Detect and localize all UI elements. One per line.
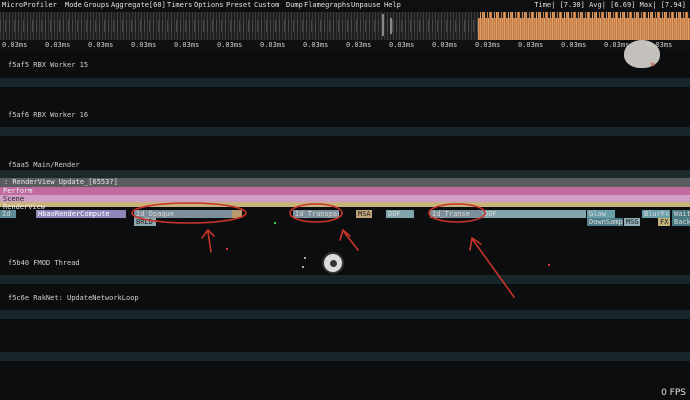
tick-label: 0.03ms	[88, 41, 114, 49]
seg-brld[interactable]: BRLD	[134, 218, 156, 226]
renderview-subsegments: BRLD DownSamp MSG FX BackG	[0, 218, 690, 226]
thread-band	[0, 310, 690, 319]
seg-wait[interactable]: Wait	[672, 210, 690, 218]
tick-label: 0.03ms	[346, 41, 372, 49]
tick-label: 0.03ms	[518, 41, 544, 49]
seg-hbao[interactable]: HbaoRenderCompute	[36, 210, 126, 218]
thread-label-worker-15[interactable]: f5af5 RBX Worker 15	[6, 61, 91, 69]
tick-label: 0.03ms	[561, 41, 587, 49]
thread-label-main-render[interactable]: f5aa5 Main/Render	[6, 161, 82, 169]
renderview-segments: Id HbaoRenderCompute Id_Opaque Id_Transp…	[0, 210, 690, 218]
menu-groups[interactable]: Groups	[84, 1, 109, 9]
menu-flamegraphs[interactable]: Flamegraphs	[304, 1, 350, 9]
tick-label: 0.03ms	[217, 41, 243, 49]
seg-msa[interactable]: MSA	[356, 210, 372, 218]
menu-timers[interactable]: Timers	[167, 1, 192, 9]
menu-help[interactable]: Help	[384, 1, 401, 9]
seg-id-transe[interactable]: Id_Transe	[430, 210, 482, 218]
frame-spike	[390, 18, 392, 34]
tick-label: 0.03ms	[303, 41, 329, 49]
tick-label: 0.03ms	[131, 41, 157, 49]
seg-id[interactable]: Id	[0, 210, 16, 218]
menu-bar: MicroProfiler Mode Groups Aggregate[60] …	[0, 0, 690, 12]
thread-label-worker-16[interactable]: f5af6 RBX Worker 16	[6, 111, 91, 119]
frame-spike	[382, 14, 384, 36]
seg-downsamp[interactable]: DownSamp	[587, 218, 623, 226]
marker-dot	[302, 266, 304, 268]
menu-app-title[interactable]: MicroProfiler	[2, 1, 57, 9]
marker-dot	[548, 264, 550, 266]
seg-glow[interactable]: Glow	[587, 210, 615, 218]
thread-band	[0, 127, 690, 136]
thread-label-raknet[interactable]: f5c6e RakNet: UpdateNetworkLoop	[6, 294, 141, 302]
seg-dof-1[interactable]: DOF	[386, 210, 414, 218]
frame-graph-bars-overlay	[0, 20, 480, 32]
menu-aggregate[interactable]: Aggregate[60]	[111, 1, 166, 9]
annotation-arrow-1	[207, 231, 212, 253]
marker-dot	[226, 248, 228, 250]
frame-time-stats: Time| [7.30] Avg| [6.69] Max| [7.94]	[534, 1, 686, 9]
cursor-icon	[322, 252, 344, 274]
tick-label: 0.03ms	[389, 41, 415, 49]
annotation-arrowhead-1	[201, 228, 215, 239]
close-icon: ✕	[650, 60, 656, 70]
seg-backg[interactable]: BackG	[672, 218, 690, 226]
seg-fx[interactable]: FX	[658, 218, 670, 226]
tick-label: 0.03ms	[2, 41, 28, 49]
thread-band	[0, 275, 690, 284]
menu-dump[interactable]: Dump	[286, 1, 303, 9]
menu-preset[interactable]: Preset	[226, 1, 251, 9]
tick-label: 0.03ms	[432, 41, 458, 49]
menu-unpause[interactable]: Unpause	[351, 1, 381, 9]
thread-band	[0, 78, 690, 87]
timeline-ruler: 0.03ms 0.03ms 0.03ms 0.03ms 0.03ms 0.03m…	[0, 40, 690, 50]
seg-blurfx[interactable]: BlurFx	[642, 210, 670, 218]
timer-perform[interactable]: Perform	[0, 187, 690, 195]
marker-dot	[304, 257, 306, 259]
annotation-arrow-3	[472, 239, 515, 298]
frame-graph-selection-top	[478, 12, 690, 18]
seg-id-opaque[interactable]: Id_Opaque	[134, 210, 232, 218]
tick-label: 0.03ms	[174, 41, 200, 49]
timer-renderview-update[interactable]: : RenderView Update_[6553?]	[0, 178, 690, 187]
marker-dot	[274, 222, 276, 224]
menu-mode[interactable]: Mode	[65, 1, 82, 9]
annotation-arrowhead-2	[339, 228, 351, 241]
fps-counter: 0 FPS	[661, 388, 686, 398]
tick-label: 0.03ms	[475, 41, 501, 49]
frame-time-graph[interactable]	[0, 12, 690, 40]
seg-opaque-tail[interactable]	[232, 210, 242, 218]
annotation-arrow-2	[343, 231, 359, 251]
tick-label: 0.03ms	[260, 41, 286, 49]
thread-band	[0, 352, 690, 361]
annotation-arrowhead-3	[469, 236, 482, 251]
seg-dof-2[interactable]: DOF	[482, 210, 586, 218]
seg-id-transpar[interactable]: Id_Transpar	[293, 210, 339, 218]
menu-custom[interactable]: Custom	[254, 1, 279, 9]
menu-options[interactable]: Options	[194, 1, 224, 9]
tick-label: 0.03ms	[45, 41, 71, 49]
seg-msg[interactable]: MSG	[624, 218, 640, 226]
thread-label-fmod[interactable]: f5b40 FMOD Thread	[6, 259, 82, 267]
